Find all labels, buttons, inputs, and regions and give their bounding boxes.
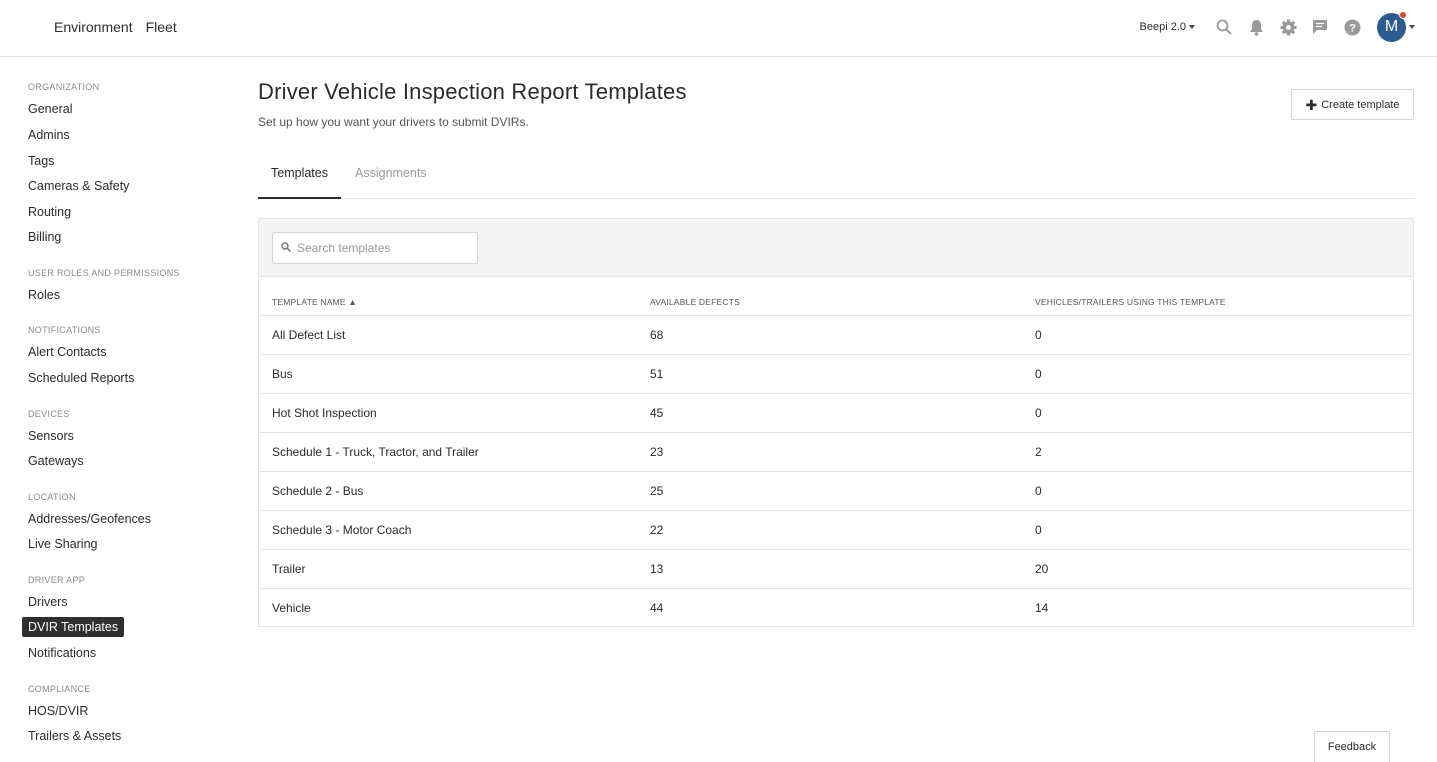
template-name-cell[interactable]: Schedule 2 - Bus [259,471,650,511]
column-header-template-name[interactable]: TEMPLATE NAME ▲ [259,277,650,316]
sidebar-section-location: LOCATION [28,492,76,502]
plus-icon: ✚ [1305,96,1318,113]
org-switcher[interactable]: Beepi 2.0 [1140,21,1195,33]
template-name-cell[interactable]: Vehicle [259,588,650,627]
sidebar-section-devices: DEVICES [28,409,70,419]
vehicles-using-cell: 0 [1035,354,1413,394]
sidebar-item-trailers-assets[interactable]: Trailers & Assets [28,729,121,743]
chat-icon[interactable] [1311,18,1329,36]
sidebar-section-driver-app: DRIVER APP [28,575,86,585]
settings-sidebar: ORGANIZATION General Admins Tags Cameras… [0,57,230,762]
chevron-down-icon [1409,25,1415,29]
create-template-button[interactable]: ✚ Create template [1291,89,1414,120]
svg-text:?: ? [1349,22,1356,34]
sidebar-item-alert-contacts[interactable]: Alert Contacts [28,345,107,359]
top-right-controls: Beepi 2.0 ? M [1140,10,1415,43]
sidebar-section-organization: ORGANIZATION [28,82,100,92]
table-row[interactable]: All Defect List 68 0 [259,315,1413,355]
sidebar-item-general[interactable]: General [28,102,72,116]
column-header-available-defects[interactable]: AVAILABLE DEFECTS [650,277,1035,316]
top-nav: Environment Fleet [54,19,177,35]
sidebar-item-addresses-geofences[interactable]: Addresses/Geofences [28,512,151,526]
bell-icon[interactable] [1247,18,1265,36]
vehicles-using-cell: 0 [1035,393,1413,433]
sidebar-item-cameras-safety[interactable]: Cameras & Safety [28,179,129,193]
feedback-button[interactable]: Feedback [1314,731,1390,762]
sidebar-section-compliance: COMPLIANCE [28,684,91,694]
template-name-cell[interactable]: Hot Shot Inspection [259,393,650,433]
tab-assignments[interactable]: Assignments [342,162,440,199]
sidebar-item-billing[interactable]: Billing [28,230,61,244]
template-name-cell[interactable]: Bus [259,354,650,394]
top-bar: Environment Fleet Beepi 2.0 ? M [0,0,1437,57]
sidebar-item-gateways[interactable]: Gateways [28,454,84,468]
search-icon[interactable] [1215,18,1233,36]
table-row[interactable]: Vehicle 44 14 [259,588,1413,627]
vehicles-using-cell: 14 [1035,600,1049,615]
vehicles-using-cell: 2 [1035,432,1413,472]
help-icon[interactable]: ? [1343,18,1361,36]
nav-fleet[interactable]: Fleet [146,19,177,35]
sidebar-section-user-roles: USER ROLES AND PERMISSIONS [28,268,180,278]
templates-table: TEMPLATE NAME ▲ AVAILABLE DEFECTS VEHICL… [259,277,1413,627]
template-name-cell[interactable]: Trailer [259,549,650,589]
sidebar-item-routing[interactable]: Routing [28,205,71,219]
defects-cell: 13 [650,549,1035,589]
templates-panel: TEMPLATE NAME ▲ AVAILABLE DEFECTS VEHICL… [258,218,1414,627]
vehicles-using-cell: 0 [1035,471,1413,511]
defects-cell: 22 [650,510,1035,550]
page-title: Driver Vehicle Inspection Report Templat… [258,79,687,104]
sidebar-item-roles[interactable]: Roles [28,288,60,302]
sidebar-item-admins[interactable]: Admins [28,128,70,142]
page-subtitle: Set up how you want your drivers to subm… [258,115,529,129]
vehicles-using-cell: 0 [1035,315,1413,355]
defects-cell: 25 [650,471,1035,511]
table-row[interactable]: Schedule 3 - Motor Coach 22 0 [259,510,1413,550]
sidebar-item-sensors[interactable]: Sensors [28,429,74,443]
sidebar-item-hos-dvir[interactable]: HOS/DVIR [28,704,88,718]
defects-cell: 23 [650,432,1035,472]
table-header-row: TEMPLATE NAME ▲ AVAILABLE DEFECTS VEHICL… [259,277,1413,316]
search-icon [281,239,292,257]
create-template-label: Create template [1321,98,1400,111]
column-header-vehicles-using[interactable]: VEHICLES/TRAILERS USING THIS TEMPLATE [1035,277,1413,316]
sidebar-item-dvir-templates[interactable]: DVIR Templates [22,617,125,637]
table-row[interactable]: Trailer 13 20 [259,549,1413,589]
search-box[interactable] [272,232,478,264]
notification-dot [1399,10,1407,19]
defects-cell: 45 [650,393,1035,433]
gear-icon[interactable] [1279,18,1297,36]
sidebar-section-notifications: NOTIFICATIONS [28,325,101,335]
filter-bar [259,219,1413,277]
sidebar-item-notifications[interactable]: Notifications [28,646,96,660]
org-name: Beepi 2.0 [1139,21,1186,33]
defects-cell: 51 [650,354,1035,394]
sidebar-item-live-sharing[interactable]: Live Sharing [28,537,98,551]
table-row[interactable]: Schedule 2 - Bus 25 0 [259,471,1413,511]
chevron-down-icon [1189,25,1195,29]
table-row[interactable]: Hot Shot Inspection 45 0 [259,393,1413,433]
sidebar-item-scheduled-reports[interactable]: Scheduled Reports [28,371,134,385]
search-input[interactable] [297,241,467,255]
nav-environment[interactable]: Environment [54,19,133,35]
template-name-cell[interactable]: Schedule 3 - Motor Coach [259,510,650,550]
vehicles-using-cell: 0 [1035,510,1413,550]
table-row[interactable]: Bus 51 0 [259,354,1413,394]
user-menu[interactable]: M [1377,10,1415,42]
defects-cell: 68 [650,315,1035,355]
tab-templates[interactable]: Templates [258,162,341,199]
sidebar-item-drivers[interactable]: Drivers [28,595,68,609]
tab-bar: Templates Assignments [258,162,1414,199]
table-row[interactable]: Schedule 1 - Truck, Tractor, and Trailer… [259,432,1413,472]
defects-cell: 44 [650,600,664,615]
vehicles-using-cell: 20 [1035,549,1413,589]
template-name-cell[interactable]: Schedule 1 - Truck, Tractor, and Trailer [259,432,650,472]
sidebar-item-tags[interactable]: Tags [28,154,54,168]
template-name-cell[interactable]: All Defect List [259,315,650,355]
